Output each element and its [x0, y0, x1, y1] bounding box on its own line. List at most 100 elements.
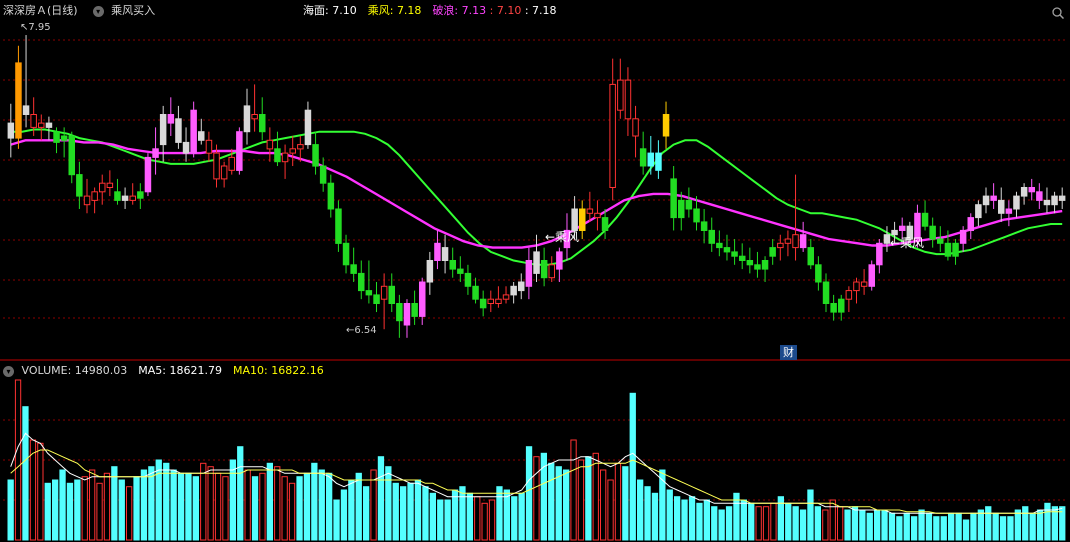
volume-bar [1036, 509, 1044, 541]
candle-body [114, 191, 121, 201]
candle-body [777, 242, 784, 249]
volume-bar [992, 512, 999, 541]
candle-body [426, 260, 434, 283]
volume-ma5-value: 18621.79 [169, 364, 223, 377]
indicator-dropdown-icon[interactable]: ▾ [92, 5, 104, 17]
candle-body [7, 122, 15, 139]
candle-body [662, 114, 670, 137]
finance-badge[interactable]: 财 [780, 345, 797, 360]
volume-bar [444, 499, 451, 541]
volume-bar [807, 489, 814, 541]
candle-body [937, 238, 944, 244]
volume-values: ▾ VOLUME: 14980.03 MA5: 18621.79 MA10: 1… [3, 364, 324, 378]
candle-body [548, 264, 555, 279]
candle-body [190, 109, 197, 154]
candle-body [266, 139, 274, 150]
candle-body [876, 242, 883, 266]
volume-bar [111, 466, 118, 541]
volume-bar [429, 492, 437, 541]
volume-bar [525, 446, 533, 541]
candle-body [91, 191, 98, 201]
volume-bar [466, 492, 474, 541]
polang-value-2: : 7.10 [489, 4, 522, 17]
volume-bar [385, 466, 392, 541]
volume-bar [37, 442, 44, 541]
volume-bar [644, 486, 651, 541]
haimian-value: 7.10 [332, 4, 357, 17]
polang-value-1: 7.13 [461, 4, 487, 17]
buy-signal-label-1: ←乘风 [545, 230, 580, 244]
volume-bar [1014, 509, 1022, 541]
volume-bar [570, 439, 577, 541]
candle-body [693, 208, 700, 223]
candle-body [678, 199, 685, 219]
volume-bar [126, 486, 133, 541]
volume-bar [229, 459, 236, 541]
candle-body [365, 290, 373, 296]
volume-bar [888, 512, 896, 541]
volume-bar [814, 506, 822, 541]
volume-bar [955, 512, 962, 541]
volume-bar [1044, 502, 1051, 541]
candle-body [685, 199, 693, 210]
candle-body [739, 255, 746, 262]
candle-body [327, 182, 335, 210]
volume-bar [851, 506, 859, 541]
candle-body [601, 217, 609, 232]
candle-body [419, 281, 426, 317]
candle-body [967, 217, 974, 232]
candle-body [472, 285, 479, 300]
candle-body [129, 195, 136, 201]
volume-bar [400, 486, 407, 541]
candle-body [457, 268, 464, 274]
candle-body [45, 122, 53, 128]
candle-body [68, 135, 75, 176]
candle-body [860, 281, 868, 287]
candle-body [784, 238, 792, 244]
volume-bar [1007, 516, 1014, 541]
volume-bar [592, 452, 599, 541]
high-price-marker: ↖7.95 [20, 21, 51, 35]
volume-bar [81, 476, 88, 541]
zoom-icon[interactable] [1052, 4, 1065, 20]
volume-bar [59, 469, 66, 541]
volume-bar [925, 512, 933, 541]
candle-body [723, 247, 731, 253]
polang-value-3: : 7.18 [524, 4, 557, 17]
candle-body [495, 298, 502, 305]
low-price-marker: ←6.54 [346, 324, 377, 338]
volume-bar [481, 502, 488, 541]
volume-bar [548, 462, 555, 541]
volume-bar [985, 506, 992, 541]
candle-body [716, 242, 723, 249]
candle-body [883, 234, 891, 244]
volume-dropdown-icon[interactable]: ▾ [3, 365, 14, 377]
candle-body [1028, 187, 1035, 193]
volume-bar [666, 489, 673, 541]
volume-bar [311, 462, 318, 541]
volume-bar [133, 476, 140, 541]
candle-body [213, 152, 220, 180]
candle-body [243, 105, 251, 133]
candle-body [175, 118, 182, 143]
candle-body [479, 298, 487, 309]
candle-body [647, 152, 654, 167]
volume-bar [422, 486, 429, 541]
volume-bar [103, 472, 111, 541]
candle-body [137, 191, 144, 199]
candle-body [586, 208, 594, 214]
volume-bar [1029, 512, 1036, 541]
candle-body [83, 195, 91, 206]
volume-bar [14, 379, 22, 541]
volume-bar [948, 512, 955, 541]
candle-body [220, 165, 228, 180]
stock-name: 深深房Ａ(日线) [3, 4, 78, 17]
low-price-label: 6.54 [354, 325, 377, 336]
volume-bar [770, 502, 777, 541]
indicator-values: 海面: 7.10 乘风: 7.18 破浪: 7.13 : 7.10 : 7.18 [303, 4, 557, 18]
volume-bar [600, 469, 607, 541]
volume-bar [903, 512, 910, 541]
indicator-name[interactable]: 乘风买入 [111, 4, 155, 17]
ma-line-magenta [10, 139, 1063, 249]
volume-bar [651, 492, 659, 541]
